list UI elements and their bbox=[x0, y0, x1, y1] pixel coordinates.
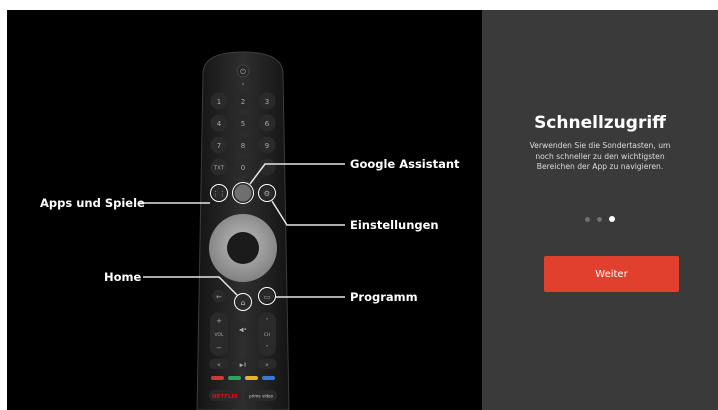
assistant-connector bbox=[249, 163, 345, 185]
settings-connector bbox=[271, 200, 345, 226]
pager-dot-2 bbox=[597, 216, 602, 222]
pagination-dots bbox=[482, 216, 718, 222]
callout-programm: Programm bbox=[350, 290, 418, 304]
callout-google-assistant: Google Assistant bbox=[350, 157, 460, 171]
pager-dot-1 bbox=[585, 216, 590, 222]
remote-illustration-area: ⏻ 1 2 3 4 5 6 7 8 9 TXT 0 ⋮⋮ ⚙ ← ⌂ ▭ + V… bbox=[7, 10, 482, 410]
callout-einstellungen: Einstellungen bbox=[350, 218, 439, 232]
callout-apps-und-spiele: Apps und Spiele bbox=[40, 196, 145, 210]
continue-button[interactable]: Weiter bbox=[544, 256, 679, 292]
home-connector bbox=[143, 276, 238, 296]
onboarding-screen: ⏻ 1 2 3 4 5 6 7 8 9 TXT 0 ⋮⋮ ⚙ ← ⌂ ▭ + V… bbox=[7, 10, 718, 410]
page-title: Schnellzugriff bbox=[534, 113, 666, 133]
callout-home: Home bbox=[104, 270, 142, 284]
info-panel: Schnellzugriff Verwenden Sie die Sondert… bbox=[482, 10, 718, 410]
callout-connectors bbox=[140, 163, 345, 298]
pager-dot-3-active bbox=[609, 216, 615, 222]
panel-description: Verwenden Sie die Sondertasten, um noch … bbox=[529, 141, 671, 171]
